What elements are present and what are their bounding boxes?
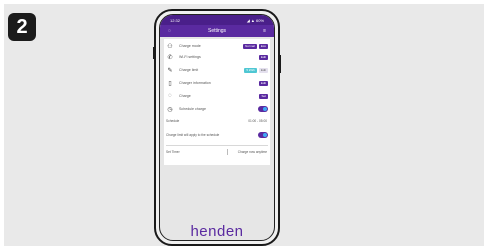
row-label: Wi-Fi settings [179, 55, 201, 59]
edit-pill[interactable]: Edit [258, 54, 268, 60]
page-title: Settings [207, 28, 227, 34]
wrench-icon: ✎ [167, 67, 173, 74]
charge-now-link[interactable]: Charge now anytime [238, 150, 267, 154]
footer-row: Set Timer Charge now anytime [164, 147, 270, 157]
fine-text: Charge limit will apply to the schedule [166, 132, 220, 137]
schedule-toggle[interactable] [258, 106, 268, 112]
schedule-value: 01:00 - 05:00 [248, 119, 267, 123]
row-label: Charge [179, 94, 191, 98]
set-pill[interactable]: Set [259, 93, 268, 99]
option-pill[interactable]: Eco [258, 43, 268, 49]
clock-icon: ◷ [167, 106, 173, 113]
phone-side-button [153, 47, 155, 59]
schedule-label: Schedule [166, 119, 180, 123]
row-label: Charge limit [179, 68, 199, 72]
phone-frame: 12:32 ◢ ▲ 60% ◌ Settings ≡ ⚇ Charge mode… [153, 9, 281, 246]
settings-row-schedule[interactable]: ◷ Schedule charge [164, 104, 270, 114]
divider [227, 149, 228, 155]
refresh-icon[interactable]: ◌ [168, 28, 171, 34]
menu-icon[interactable]: ≡ [263, 28, 266, 34]
divider [166, 145, 268, 146]
status-time: 12:32 [170, 17, 181, 23]
step-number-badge: 2 [8, 13, 36, 41]
settings-row-wifi[interactable]: ✆ Wi-Fi settings Edit [164, 52, 270, 62]
wifi-icon: ✆ [167, 54, 173, 61]
app-header: ◌ Settings ≡ [160, 25, 274, 37]
settings-row-charger-info[interactable]: ▯ Charger information Edit [164, 78, 270, 88]
set-timer-link[interactable]: Set Timer [166, 150, 227, 154]
option-pill[interactable]: Normal [243, 43, 257, 49]
status-bar: 12:32 ◢ ▲ 60% [160, 15, 274, 25]
settings-row-charge[interactable]: ◌ Charge Set [164, 91, 270, 101]
limit-value-pill[interactable]: 5 kWh [244, 67, 257, 73]
dashed-circle-icon: ◌ [168, 93, 172, 99]
phone-icon: ▯ [168, 80, 172, 87]
edit-pill[interactable]: Edit [258, 80, 268, 86]
settings-list: ⚇ Charge mode Normal Eco ✆ Wi-Fi setting… [164, 39, 270, 165]
status-indicators: ◢ ▲ 60% [246, 17, 264, 23]
phone-side-button [279, 55, 281, 73]
charger-icon: ⚇ [167, 43, 173, 50]
phone-screen: 12:32 ◢ ▲ 60% ◌ Settings ≡ ⚇ Charge mode… [159, 14, 275, 241]
settings-row-charge-mode[interactable]: ⚇ Charge mode Normal Eco [164, 41, 270, 51]
schedule-row: Schedule 01:00 - 05:00 [164, 116, 270, 126]
row-label: Charge mode [179, 44, 201, 48]
henden-logo: henden [190, 223, 244, 240]
limit-apply-toggle[interactable] [258, 132, 268, 138]
row-label: Charger information [179, 81, 211, 85]
edit-pill[interactable]: Edit [258, 67, 268, 73]
row-label: Schedule charge [179, 107, 206, 111]
limit-apply-row[interactable]: Charge limit will apply to the schedule [164, 129, 270, 141]
settings-row-charge-limit[interactable]: ✎ Charge limit 5 kWh Edit [164, 65, 270, 75]
